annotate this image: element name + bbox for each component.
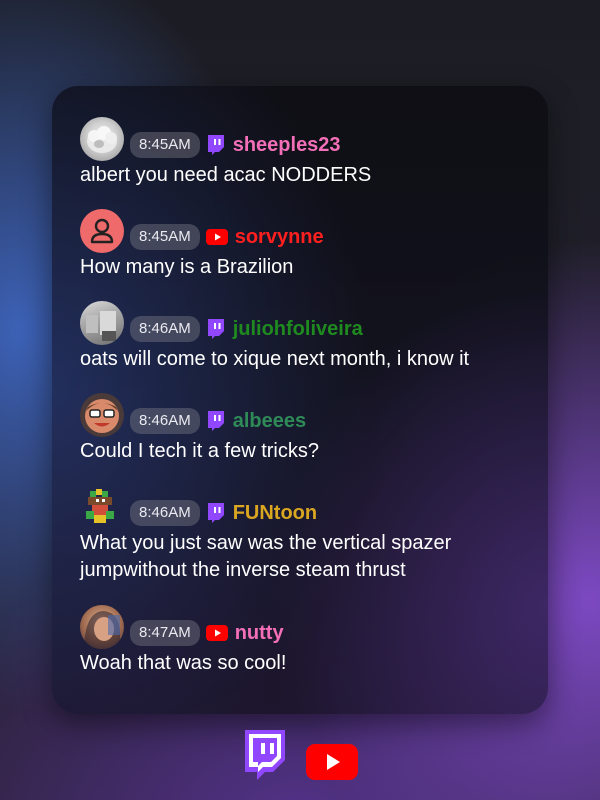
twitch-icon	[206, 502, 226, 524]
chat-message: 8:47AM nutty Woah that was so cool!	[80, 604, 530, 677]
timestamp: 8:45AM	[130, 132, 200, 158]
chat-message: 8:45AM sorvynne How many is a Brazilion	[80, 208, 530, 281]
chat-message: 8:45AM sheeples23 albert you need acac N…	[80, 116, 530, 189]
pixel-art-avatar[interactable]	[80, 485, 124, 529]
photo-avatar[interactable]	[80, 605, 124, 649]
twitch-icon	[206, 318, 226, 340]
chat-message: 8:46AM juliohfoliveira oats will come to…	[80, 300, 530, 373]
username[interactable]: sheeples23	[233, 134, 341, 157]
chat-message: 8:46AM FUNtoon What you just saw was the…	[80, 484, 530, 584]
youtube-icon	[205, 625, 228, 641]
photo-avatar[interactable]	[80, 301, 124, 345]
sheep-avatar[interactable]	[80, 117, 124, 161]
youtube-icon	[205, 229, 228, 245]
message-text: How many is a Brazilion	[80, 256, 294, 278]
timestamp: 8:46AM	[130, 500, 200, 526]
platform-logos	[0, 728, 600, 787]
chat-message: 8:46AM albeees Could I tech it a few tri…	[80, 392, 530, 465]
username[interactable]: sorvynne	[235, 226, 324, 249]
message-text: Woah that was so cool!	[80, 652, 287, 674]
youtube-logo-icon[interactable]	[305, 742, 359, 787]
cartoon-face-avatar[interactable]	[80, 393, 124, 437]
username[interactable]: juliohfoliveira	[233, 318, 363, 341]
message-text: Could I tech it a few tricks?	[80, 440, 319, 462]
timestamp: 8:46AM	[130, 408, 200, 434]
twitch-icon	[206, 134, 226, 156]
username[interactable]: nutty	[235, 622, 284, 645]
username[interactable]: albeees	[233, 410, 306, 433]
twitch-icon	[206, 410, 226, 432]
default-user-avatar[interactable]	[80, 209, 124, 253]
username[interactable]: FUNtoon	[233, 502, 317, 525]
twitch-logo-icon[interactable]	[241, 728, 289, 787]
message-text: What you just saw was the vertical spaze…	[80, 532, 452, 581]
timestamp: 8:46AM	[130, 316, 200, 342]
message-text: oats will come to xique next month, i kn…	[80, 348, 470, 370]
chat-panel: 8:45AM sheeples23 albert you need acac N…	[52, 86, 548, 714]
timestamp: 8:47AM	[130, 620, 200, 646]
message-text: albert you need acac NODDERS	[80, 164, 372, 186]
timestamp: 8:45AM	[130, 224, 200, 250]
